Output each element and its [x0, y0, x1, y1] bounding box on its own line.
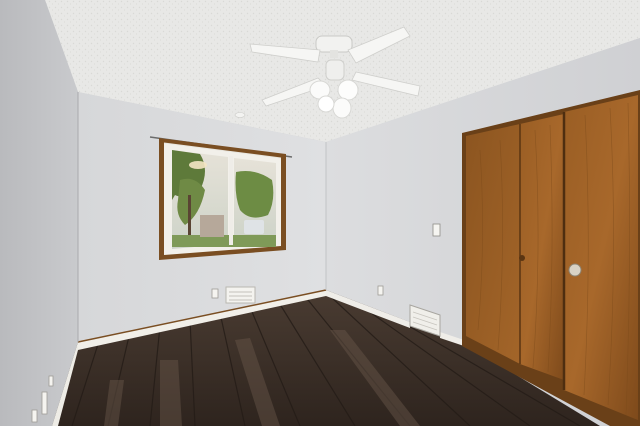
outlet-right-wall	[377, 285, 384, 296]
door-pull[interactable]	[519, 255, 525, 261]
fan-light-4	[317, 95, 335, 113]
window	[159, 138, 286, 260]
left-wall	[0, 0, 78, 426]
door-knob[interactable]	[568, 263, 582, 277]
light-switch	[432, 223, 441, 237]
wall-vent	[225, 286, 256, 304]
outlet-left-wall-1	[48, 375, 54, 387]
closet-door-right[interactable]	[564, 95, 638, 420]
fan-light-2	[337, 79, 359, 101]
closet-door-left[interactable]	[466, 124, 520, 364]
bedroom-photo	[0, 0, 640, 426]
outlet-left-wall-2	[41, 391, 48, 415]
closet-door-middle[interactable]	[520, 114, 564, 380]
fan-light-3	[332, 97, 352, 119]
outlet-left-wall-3	[31, 409, 38, 423]
smoke-detector	[234, 112, 246, 118]
outlet-back-wall	[211, 288, 219, 299]
bedroom-scene	[0, 0, 640, 426]
